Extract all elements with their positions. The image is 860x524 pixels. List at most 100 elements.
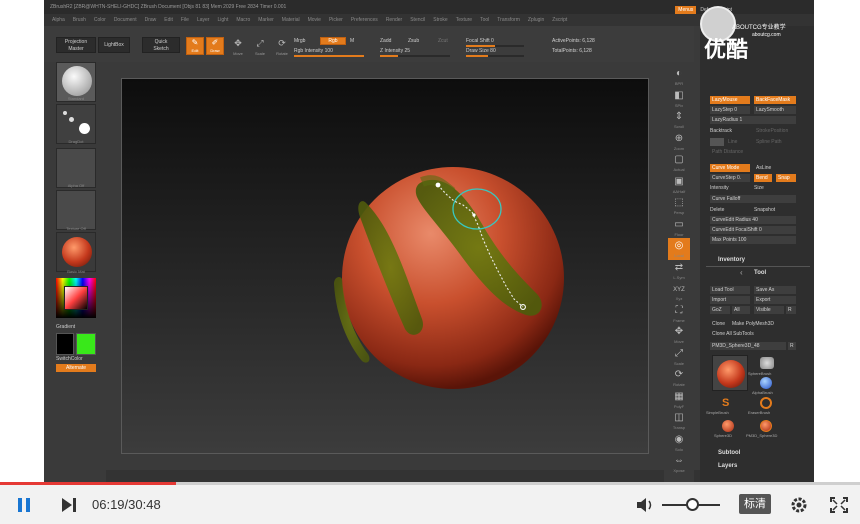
menu-item-file[interactable]: File [181, 17, 189, 23]
rgb-intensity-slider[interactable] [294, 55, 364, 57]
goz-r-button[interactable]: R [786, 306, 796, 314]
inventory-header[interactable]: Inventory [718, 257, 745, 263]
asline-button[interactable]: AsLine [754, 164, 796, 172]
shelf-frame-button[interactable]: ⛶ Frame [668, 303, 690, 325]
secondary-color-swatch[interactable] [56, 333, 74, 355]
max-points-slider[interactable]: Max Points 100 [710, 236, 796, 244]
curve-mode-button[interactable]: Curve Mode [710, 164, 750, 172]
primary-color-swatch[interactable] [76, 333, 96, 355]
fullscreen-button[interactable] [828, 495, 850, 515]
zsub-button[interactable]: Zsub [408, 38, 419, 44]
tool-r-button[interactable]: R [788, 342, 796, 350]
shelf-bpr-button[interactable]: ◐ BPR [668, 66, 690, 88]
mrgb-button[interactable]: Mrgb [294, 38, 305, 44]
spherebrush-icon[interactable] [760, 357, 774, 369]
shelf-scroll-button[interactable]: ⇕ Scroll [668, 109, 690, 131]
lazyradius-slider[interactable]: LazyRadius 1 [710, 116, 796, 124]
shelf-persp-button[interactable]: ⬚ Persp [668, 195, 690, 217]
menu-item-zplugin[interactable]: Zplugin [528, 17, 544, 23]
edit-button[interactable]: ✎ Edit [186, 37, 204, 55]
shelf-spix-button[interactable]: ◧ SPix [668, 88, 690, 110]
shelf-polyf-button[interactable]: ▦ PolyF [668, 389, 690, 411]
menu-item-marker[interactable]: Marker [258, 17, 274, 23]
alternate-button[interactable]: Alternate [56, 364, 96, 372]
pm3d-sphere3d-icon[interactable] [760, 420, 772, 432]
backtrack-label[interactable]: Backtrack [710, 127, 732, 135]
line-toggle[interactable] [710, 138, 724, 146]
shelf-xpose-button[interactable]: ⇔ Xpose [668, 453, 690, 475]
quality-button[interactable]: 标清 [739, 494, 771, 514]
focal-shift-slider[interactable] [466, 45, 524, 47]
shelf-xyz-button[interactable]: XYZ Xyz [668, 281, 690, 303]
menu-item-material[interactable]: Material [282, 17, 300, 23]
menu-item-tool[interactable]: Tool [480, 17, 489, 23]
document-canvas[interactable] [121, 78, 649, 454]
backfacemask-button[interactable]: BackFaceMask [754, 96, 796, 104]
tool-back-icon[interactable]: ‹ [740, 268, 743, 277]
m-button[interactable]: M [350, 38, 354, 44]
menu-item-document[interactable]: Document [114, 17, 137, 23]
zcut-button[interactable]: Zcut [438, 38, 448, 44]
shelf-scale-button[interactable]: ⤢ Scale [668, 346, 690, 368]
shelf-move-button[interactable]: ✥ Move [668, 324, 690, 346]
current-tool-name[interactable]: PM3D_Sphere3D_48 [710, 342, 786, 350]
menu-item-alpha[interactable]: Alpha [52, 17, 65, 23]
shelf-floor-button[interactable]: ▭ Floor [668, 217, 690, 239]
menu-item-texture[interactable]: Texture [456, 17, 472, 23]
move-button[interactable]: ✥ Move [228, 35, 248, 56]
menus-button[interactable]: Menus [675, 6, 697, 14]
shelf-aahalf-button[interactable]: ▣ AAHalf [668, 174, 690, 196]
save-as-button[interactable]: Save As [754, 286, 796, 294]
material-thumbnail[interactable] [56, 232, 96, 272]
make-polymesh-button[interactable]: Make PolyMesh3D [730, 320, 796, 328]
sphere-mesh[interactable] [334, 167, 564, 389]
shelf-zoom-button[interactable]: ⊕ Zoom [668, 131, 690, 153]
menu-item-transform[interactable]: Transform [497, 17, 520, 23]
delete-button[interactable]: Delete [710, 206, 724, 214]
curve-falloff-slider[interactable]: Curve Falloff [710, 195, 796, 203]
stroke-thumbnail[interactable] [56, 104, 96, 144]
rgb-button[interactable]: Rgb [320, 37, 346, 45]
curve-mid-point[interactable] [472, 213, 476, 217]
settings-button[interactable] [788, 495, 810, 515]
shelf-rotate-button[interactable]: ⟳ Rotate [668, 367, 690, 389]
scale-button[interactable]: ⤢ Scale [250, 35, 270, 56]
shelf-transp-button[interactable]: ◫ Transp [668, 410, 690, 432]
eraserbrush-icon[interactable] [760, 397, 772, 409]
menu-item-stencil[interactable]: Stencil [410, 17, 425, 23]
volume-button[interactable] [634, 495, 656, 515]
projection-master-button[interactable]: Projection Master [56, 37, 96, 53]
current-tool-thumbnail[interactable] [712, 355, 748, 391]
menu-item-macro[interactable]: Macro [236, 17, 250, 23]
next-button[interactable] [58, 495, 80, 515]
menu-item-layer[interactable]: Layer [197, 17, 210, 23]
rotate-button[interactable]: ⟳ Rotate [272, 35, 292, 56]
layers-header[interactable]: Layers [718, 463, 737, 469]
sphere3d-icon[interactable] [722, 420, 734, 432]
load-tool-button[interactable]: Load Tool [710, 286, 750, 294]
bend-button[interactable]: Bend [754, 174, 772, 182]
color-picker[interactable] [56, 278, 96, 318]
z-intensity-slider[interactable] [380, 55, 450, 57]
pause-button[interactable] [14, 495, 36, 515]
menu-item-draw[interactable]: Draw [145, 17, 157, 23]
curveedit-radius-slider[interactable]: CurveEdit Radius 40 [710, 216, 796, 224]
alphabrush-icon[interactable] [760, 377, 772, 389]
menu-item-movie[interactable]: Movie [308, 17, 321, 23]
volume-knob[interactable] [686, 498, 699, 511]
snapshot-button[interactable]: Snapshot [754, 206, 775, 214]
shelf-lsym-button[interactable]: ⇄ L.Sym [668, 260, 690, 282]
goz-button[interactable]: GoZ [710, 306, 730, 314]
lazysmooth-slider[interactable]: LazySmooth [754, 106, 796, 114]
menu-item-preferences[interactable]: Preferences [351, 17, 378, 23]
menu-item-stroke[interactable]: Stroke [433, 17, 447, 23]
draw-button[interactable]: ✐ Draw [206, 37, 224, 55]
menu-item-render[interactable]: Render [386, 17, 402, 23]
switchcolor-label[interactable]: SwitchColor [56, 356, 83, 362]
shelf-actual-button[interactable]: ▢ Actual [668, 152, 690, 174]
import-button[interactable]: Import [710, 296, 750, 304]
intensity-label[interactable]: Intensity [710, 184, 729, 192]
lightbox-button[interactable]: LightBox [98, 37, 130, 53]
lazymouse-button[interactable]: LazyMouse [710, 96, 750, 104]
menu-item-picker[interactable]: Picker [329, 17, 343, 23]
